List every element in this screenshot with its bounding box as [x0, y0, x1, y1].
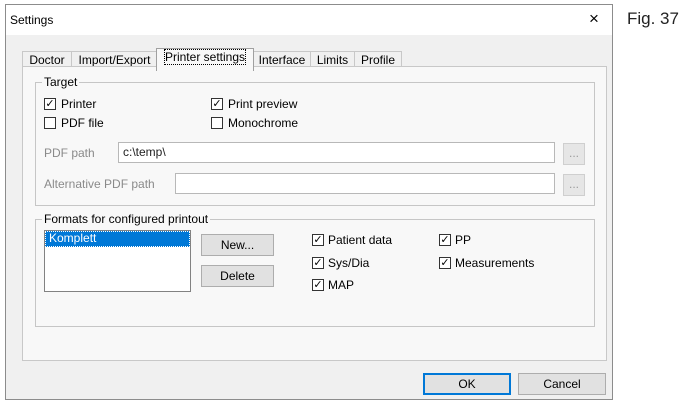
- pdf-file-label: PDF file: [61, 116, 104, 130]
- tab-label: Profile: [360, 53, 395, 67]
- cancel-button[interactable]: Cancel: [518, 373, 606, 395]
- pdf-path-field[interactable]: c:\temp\: [118, 142, 555, 163]
- tab-panel-printer-settings: Target ✓ Printer PDF file ✓ Print previe…: [22, 66, 607, 361]
- pdf-path-browse-button[interactable]: ...: [563, 143, 585, 165]
- pp-label: PP: [455, 233, 472, 247]
- patient-data-checkbox[interactable]: ✓: [312, 234, 324, 246]
- ok-button[interactable]: OK: [423, 373, 511, 395]
- check-icon: ✓: [212, 97, 222, 110]
- printer-label: Printer: [61, 97, 97, 111]
- close-icon[interactable]: ×: [589, 9, 599, 29]
- check-icon: ✓: [45, 97, 55, 110]
- map-label: MAP: [328, 278, 355, 292]
- measurements-checkbox[interactable]: ✓: [439, 257, 451, 269]
- tab-label: Limits: [316, 53, 349, 67]
- tab-label: Printer settings: [163, 49, 247, 65]
- alt-pdf-path-browse-button[interactable]: ...: [563, 174, 585, 196]
- tab-label: Import/Export: [78, 53, 151, 67]
- printer-checkbox[interactable]: ✓: [44, 98, 56, 110]
- target-group: Target ✓ Printer PDF file ✓ Print previe…: [35, 75, 595, 206]
- check-icon: ✓: [313, 278, 323, 291]
- sys-dia-checkbox[interactable]: ✓: [312, 257, 324, 269]
- patient-data-label: Patient data: [328, 233, 393, 247]
- print-preview-label: Print preview: [228, 97, 298, 111]
- sys-dia-label: Sys/Dia: [328, 256, 370, 270]
- monochrome-checkbox[interactable]: [211, 117, 223, 129]
- check-icon: ✓: [313, 233, 323, 246]
- tab-label: Doctor: [29, 53, 65, 67]
- pp-checkbox[interactable]: ✓: [439, 234, 451, 246]
- formats-listbox[interactable]: Komplett: [44, 230, 191, 292]
- map-checkbox[interactable]: ✓: [312, 279, 324, 291]
- target-legend: Target: [42, 75, 80, 89]
- title-bar: Settings ×: [6, 5, 612, 35]
- figure-label: Fig. 37: [627, 9, 679, 28]
- check-icon: ✓: [440, 256, 450, 269]
- pdf-path-label: PDF path: [44, 146, 95, 160]
- check-icon: ✓: [313, 256, 323, 269]
- pdf-file-checkbox[interactable]: [44, 117, 56, 129]
- measurements-label: Measurements: [455, 256, 535, 270]
- formats-group: Formats for configured printout Komplett…: [35, 212, 595, 327]
- tab-label: Interface: [258, 53, 306, 67]
- new-format-button[interactable]: New...: [201, 234, 274, 256]
- monochrome-label: Monochrome: [228, 116, 299, 130]
- alt-pdf-path-label: Alternative PDF path: [44, 177, 155, 191]
- window-title: Settings: [10, 13, 54, 27]
- tab-printer-settings[interactable]: Printer settings: [156, 48, 254, 71]
- alt-pdf-path-field[interactable]: [175, 173, 555, 194]
- settings-dialog: Settings × Doctor Import/Export Printer …: [5, 4, 613, 400]
- check-icon: ✓: [440, 233, 450, 246]
- print-preview-checkbox[interactable]: ✓: [211, 98, 223, 110]
- formats-legend: Formats for configured printout: [42, 212, 211, 226]
- list-item[interactable]: Komplett: [45, 231, 190, 247]
- delete-format-button[interactable]: Delete: [201, 265, 274, 287]
